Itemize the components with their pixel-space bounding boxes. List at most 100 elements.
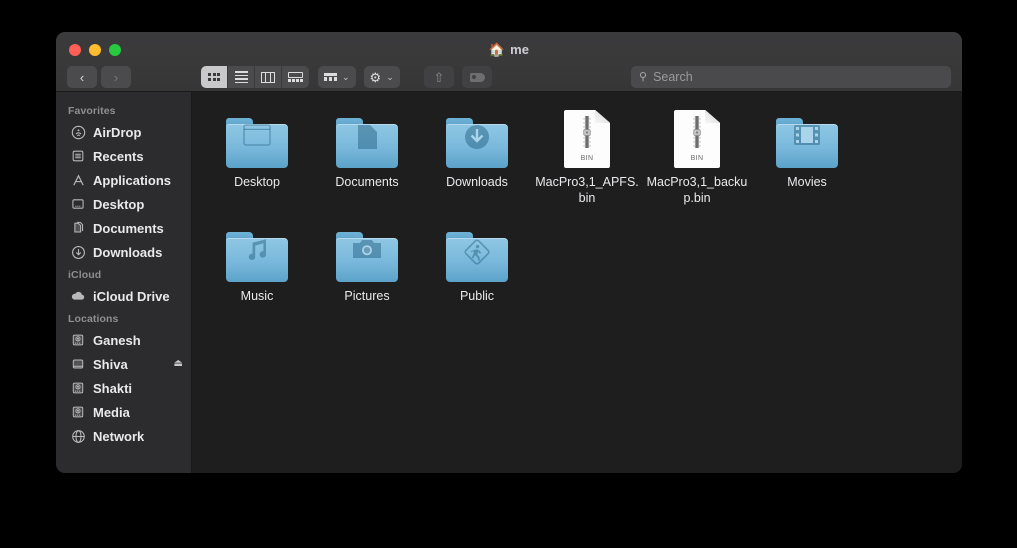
window-title: 🏠 me: [56, 42, 962, 57]
sidebar-item-shiva[interactable]: Shiva ⏏: [56, 352, 191, 376]
eject-icon[interactable]: ⏏: [174, 359, 183, 369]
folder-icon: [446, 232, 508, 282]
share-button[interactable]: ⇧: [424, 66, 454, 88]
maximize-window-button[interactable]: [109, 44, 121, 56]
sidebar-item-ganesh[interactable]: Ganesh: [56, 328, 191, 352]
file-item-downloads[interactable]: Downloads: [422, 106, 532, 206]
bin-badge: BIN: [690, 155, 704, 162]
list-icon: [234, 71, 248, 83]
file-item-movies[interactable]: Movies: [752, 106, 862, 206]
page-emblem: [336, 124, 398, 150]
sidebar-item-shakti[interactable]: Shakti: [56, 376, 191, 400]
sidebar-item-label: Documents: [93, 220, 164, 236]
sidebar-item-desktop[interactable]: Desktop: [56, 192, 191, 216]
internal-drive-icon: [70, 380, 86, 396]
column-view-button[interactable]: [255, 66, 282, 88]
folder-icon: [226, 232, 288, 282]
icon-view-button[interactable]: [201, 66, 228, 88]
airdrop-icon: [70, 124, 86, 140]
close-window-button[interactable]: [69, 44, 81, 56]
folder-icon: [336, 232, 398, 282]
search-placeholder: Search: [653, 70, 693, 84]
forward-button[interactable]: ›: [101, 66, 131, 88]
item-label: Desktop: [234, 175, 280, 189]
music-note-emblem: [226, 238, 288, 264]
downloads-icon: [70, 244, 86, 260]
grid-icon: [208, 73, 220, 81]
traffic-light-buttons: [69, 44, 121, 56]
search-icon: ⚲: [639, 70, 648, 83]
file-item-public[interactable]: Public: [422, 220, 532, 304]
walking-person-emblem: [446, 238, 508, 266]
sidebar-section-header-icloud: iCloud: [68, 269, 102, 281]
window-emblem: [226, 124, 288, 146]
zipper-graphic: [693, 116, 701, 148]
item-label: Documents: [335, 175, 399, 189]
sidebar-item-network[interactable]: Network: [56, 424, 191, 448]
chevron-left-icon: ‹: [79, 69, 85, 85]
file-item-documents[interactable]: Documents: [312, 106, 422, 206]
folder-icon: [446, 118, 508, 168]
file-item-music[interactable]: Music: [202, 220, 312, 304]
gallery-icon: [288, 71, 303, 83]
action-menu-button[interactable]: ⚙ ⌄: [363, 66, 400, 88]
group-by-button[interactable]: ⌄: [318, 66, 356, 88]
internal-drive-icon: [70, 404, 86, 420]
sidebar-item-icloud-drive[interactable]: iCloud Drive: [56, 284, 191, 308]
sidebar-item-downloads[interactable]: Downloads: [56, 240, 191, 264]
tag-icon: [469, 72, 485, 82]
sidebar-item-recents[interactable]: Recents: [56, 144, 191, 168]
file-item-desktop[interactable]: Desktop: [202, 106, 312, 206]
chevron-right-icon: ›: [113, 69, 119, 85]
columns-icon: [261, 71, 275, 83]
network-icon: [70, 428, 86, 444]
gallery-view-button[interactable]: [282, 66, 309, 88]
sidebar-item-label: Desktop: [93, 196, 145, 212]
file-item-pictures[interactable]: Pictures: [312, 220, 422, 304]
sidebar-item-applications[interactable]: Applications: [56, 168, 191, 192]
sidebar-item-label: Downloads: [93, 244, 163, 260]
window-titlebar[interactable]: 🏠 me ‹ › ⌄ ⚙ ⌄ ⇧ ⚲ Search: [56, 32, 962, 92]
applications-icon: [70, 172, 86, 188]
tag-button[interactable]: [462, 66, 492, 88]
item-icon: [336, 220, 398, 282]
item-icon: [226, 220, 288, 282]
item-icon: [446, 220, 508, 282]
share-and-tag-buttons: ⇧: [424, 66, 492, 88]
desktop-icon: [70, 196, 86, 212]
item-icon: [226, 106, 288, 168]
toolbar: ‹ › ⌄ ⚙ ⌄ ⇧ ⚲ Search: [56, 62, 962, 92]
filmstrip-emblem: [776, 124, 838, 146]
sidebar-item-label: Media: [93, 404, 130, 420]
icon-grid: Desktop Documents Downloads BIN MacPro3,…: [202, 106, 952, 304]
finder-window: 🏠 me ‹ › ⌄ ⚙ ⌄ ⇧ ⚲ Search Favorites AirD…: [56, 32, 962, 473]
item-icon: BIN: [674, 106, 720, 168]
sidebar-item-documents[interactable]: Documents: [56, 216, 191, 240]
list-view-button[interactable]: [228, 66, 255, 88]
minimize-window-button[interactable]: [89, 44, 101, 56]
item-icon: BIN: [564, 106, 610, 168]
file-item-macpro-backup-bin[interactable]: BIN MacPro3,1_backup.bin: [642, 106, 752, 206]
item-label: Public: [459, 289, 495, 303]
menu-buttons: ⌄ ⚙ ⌄: [318, 66, 400, 88]
bin-document-icon: BIN: [674, 110, 720, 168]
file-item-macpro-apfs-bin[interactable]: BIN MacPro3,1_APFS.bin: [532, 106, 642, 206]
item-label: Pictures: [344, 289, 390, 303]
chevron-down-icon: ⌄: [386, 71, 394, 82]
folder-icon: [336, 118, 398, 168]
bin-document-icon: BIN: [564, 110, 610, 168]
sidebar-item-label: Shakti: [93, 380, 133, 396]
chevron-down-icon: ⌄: [342, 71, 350, 82]
sidebar-item-airdrop[interactable]: AirDrop: [56, 120, 191, 144]
item-label: Movies: [787, 175, 827, 189]
folder-icon: [776, 118, 838, 168]
back-button[interactable]: ‹: [67, 66, 97, 88]
search-field[interactable]: ⚲ Search: [631, 66, 951, 88]
item-icon: [776, 106, 838, 168]
documents-icon: [70, 220, 86, 236]
file-grid-area[interactable]: Desktop Documents Downloads BIN MacPro3,…: [192, 92, 962, 473]
sidebar-item-media[interactable]: Media: [56, 400, 191, 424]
sidebar-item-label: Ganesh: [93, 332, 141, 348]
external-drive-icon: [70, 356, 86, 372]
window-body: Favorites AirDrop Recents Applications D…: [56, 92, 962, 473]
